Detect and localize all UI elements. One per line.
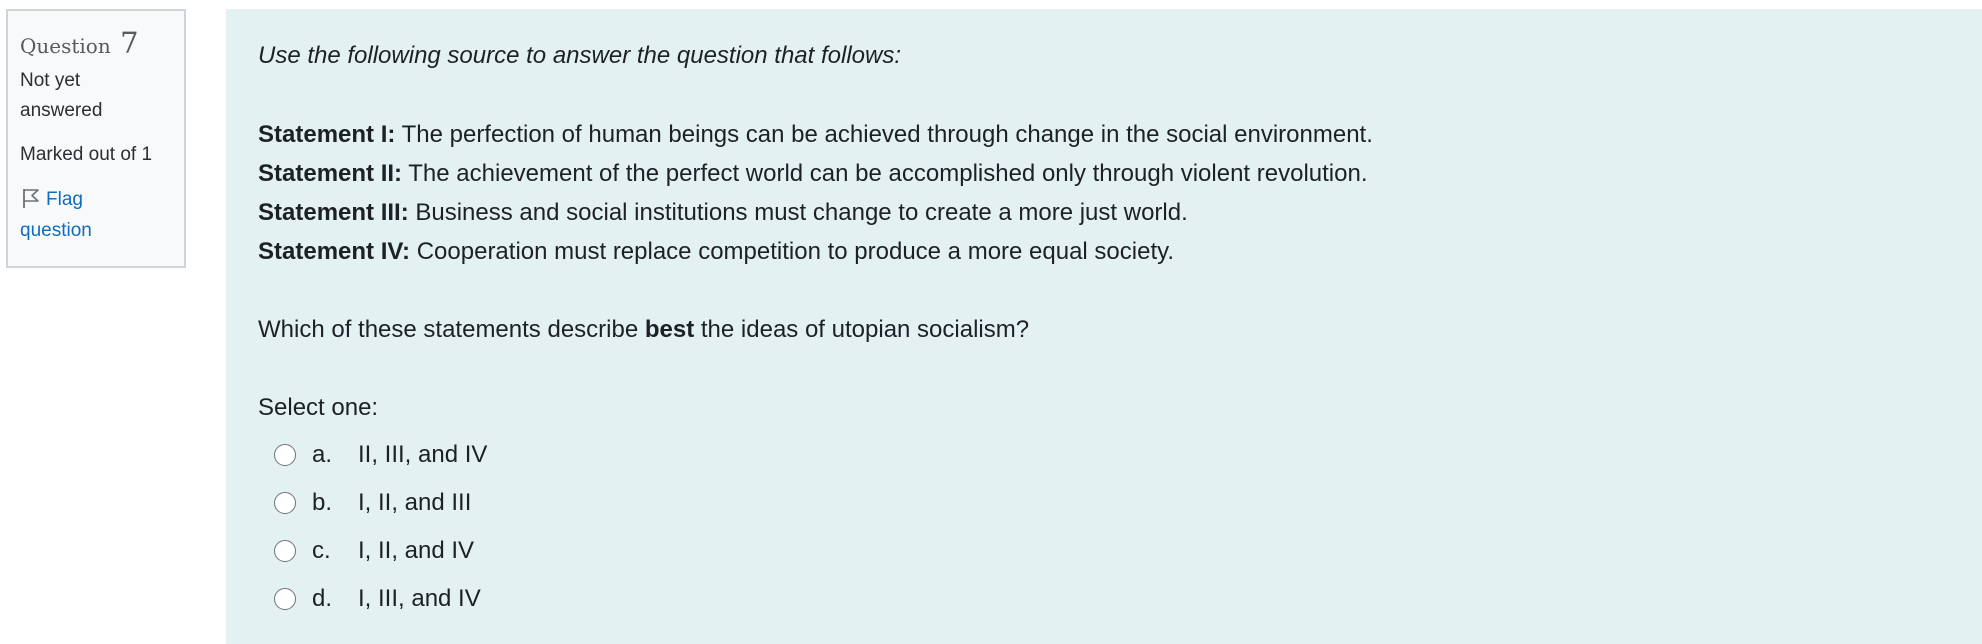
statement-label: Statement III: (258, 199, 409, 226)
option-text[interactable]: I, II, and III (358, 489, 471, 517)
flag-question-link[interactable]: Flag question (20, 184, 172, 246)
question-content: Use the following source to answer the q… (226, 9, 1982, 644)
option-letter[interactable]: b. (312, 489, 358, 517)
statement-text: The achievement of the perfect world can… (402, 160, 1368, 187)
answer-options: a. II, III, and IV b. I, II, and III c. … (258, 431, 1950, 623)
radio-button-a[interactable] (274, 444, 296, 466)
radio-button-c[interactable] (274, 540, 296, 562)
question-state-line-1: Not yet (20, 70, 81, 91)
question-label: Question (20, 34, 111, 58)
radio-button-b[interactable] (274, 492, 296, 514)
statement-text: The perfection of human beings can be ac… (395, 121, 1373, 148)
select-one-prompt: Select one: (258, 394, 379, 421)
question-text-after: the ideas of utopian socialism? (694, 316, 1030, 343)
statement-3: Statement III: Business and social insti… (258, 193, 1950, 232)
option-text[interactable]: II, III, and IV (358, 441, 487, 469)
option-text[interactable]: I, III, and IV (358, 585, 481, 613)
question-grade: Marked out of 1 (20, 144, 153, 165)
statement-label: Statement IV: (258, 238, 411, 265)
question-text: Which of these statements describe best … (258, 310, 1950, 349)
option-letter[interactable]: c. (312, 537, 358, 565)
statements-list: Statement I: The perfection of human bei… (258, 115, 1950, 271)
radio-button-d[interactable] (274, 588, 296, 610)
option-letter[interactable]: d. (312, 585, 358, 613)
question-info-panel: Question 7 Not yet answered Marked out o… (6, 9, 186, 268)
question-state: Not yet answered (20, 66, 172, 126)
flag-icon[interactable] (20, 187, 42, 209)
statement-1: Statement I: The perfection of human bei… (258, 115, 1950, 154)
question-text-before: Which of these statements describe (258, 316, 645, 343)
statement-4: Statement IV: Cooperation must replace c… (258, 232, 1950, 271)
option-letter[interactable]: a. (312, 441, 358, 469)
answer-option-b[interactable]: b. I, II, and III (258, 479, 1950, 527)
question-text-emphasis: best (644, 316, 695, 343)
statement-label: Statement II: (258, 160, 403, 187)
flag-label-line-1[interactable]: Flag (46, 189, 83, 210)
statement-label: Statement I: (258, 121, 396, 148)
answer-option-a[interactable]: a. II, III, and IV (258, 431, 1950, 479)
source-intro: Use the following source to answer the q… (258, 42, 902, 69)
answer-option-c[interactable]: c. I, II, and IV (258, 527, 1950, 575)
question-state-line-2: answered (20, 100, 103, 121)
statement-2: Statement II: The achievement of the per… (258, 154, 1950, 193)
option-text[interactable]: I, II, and IV (358, 537, 474, 565)
question-heading: Question 7 (20, 29, 172, 60)
answer-option-d[interactable]: d. I, III, and IV (258, 575, 1950, 623)
flag-label-line-2[interactable]: question (20, 215, 172, 246)
question-number: 7 (120, 26, 139, 60)
statement-text: Business and social institutions must ch… (408, 199, 1188, 226)
statement-text: Cooperation must replace competition to … (410, 238, 1175, 265)
